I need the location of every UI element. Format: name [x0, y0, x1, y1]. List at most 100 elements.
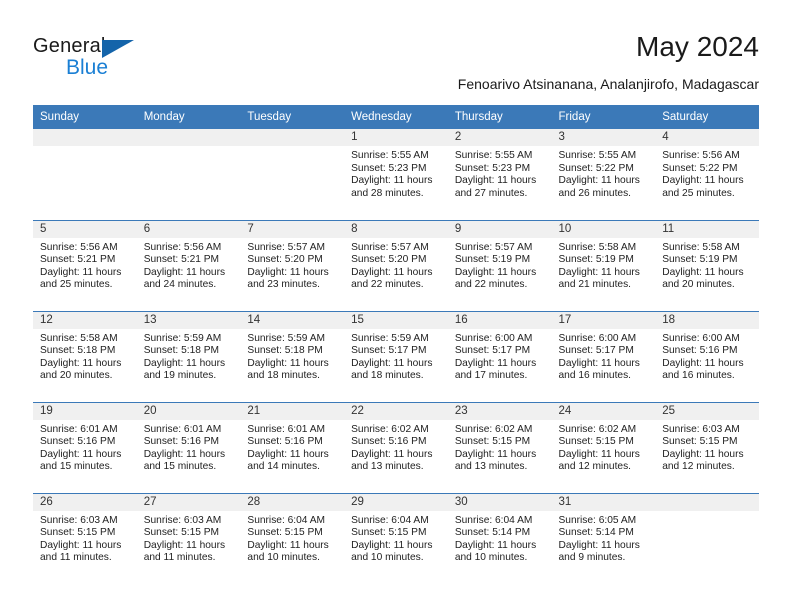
daylight-text: Daylight: 11 hours and 19 minutes. [143, 357, 226, 382]
day-number: 28 [240, 493, 345, 511]
calendar-day-cell[interactable] [655, 492, 759, 584]
day-number: 11 [655, 220, 759, 238]
day-cell[interactable]: 6 Sunrise: 5:56 AM Sunset: 5:21 PM Daylight… [136, 220, 241, 311]
day-cell[interactable]: 9 Sunrise: 5:57 AM Sunset: 5:19 PM Daylight… [447, 220, 552, 311]
calendar-day-cell[interactable]: 12 Sunrise: 5:58 AM Sunset: 5:18 PM Dayligh… [33, 310, 137, 402]
daylight-text: Daylight: 11 hours and 10 minutes. [454, 539, 537, 564]
day-cell[interactable]: 3 Sunrise: 5:55 AM Sunset: 5:22 PM Daylight… [551, 129, 656, 219]
day-cell[interactable]: 8 Sunrise: 5:57 AM Sunset: 5:20 PM Daylight… [344, 220, 448, 311]
sunset-text: Sunset: 5:15 PM [558, 436, 634, 448]
day-details: Sunrise: 5:58 AM Sunset: 5:18 PM Daylight:… [33, 329, 137, 383]
daylight-text: Daylight: 11 hours and 16 minutes. [558, 357, 640, 382]
calendar-day-cell[interactable]: 15 Sunrise: 5:59 AM Sunset: 5:17 PM Dayligh… [344, 310, 448, 402]
daylight-text: Daylight: 11 hours and 23 minutes. [247, 266, 329, 291]
daylight-text: Daylight: 11 hours and 20 minutes. [40, 357, 122, 382]
day-cell[interactable]: 20 Sunrise: 6:01 AM Sunset: 5:16 PM Dayligh… [136, 402, 241, 493]
calendar-day-cell[interactable]: 5 Sunrise: 5:56 AM Sunset: 5:21 PM Daylight… [33, 219, 137, 311]
calendar-day-cell[interactable]: 27 Sunrise: 6:03 AM Sunset: 5:15 PM Dayligh… [136, 492, 241, 584]
daylight-text: Daylight: 11 hours and 21 minutes. [558, 266, 640, 291]
day-cell[interactable]: 15 Sunrise: 5:59 AM Sunset: 5:17 PM Dayligh… [344, 311, 448, 402]
day-number: 24 [551, 402, 656, 420]
calendar-day-cell[interactable]: 21 Sunrise: 6:01 AM Sunset: 5:16 PM Dayligh… [240, 401, 345, 493]
day-details: Sunrise: 6:01 AM Sunset: 5:16 PM Daylight:… [33, 420, 137, 474]
daylight-text: Daylight: 11 hours and 10 minutes. [351, 539, 433, 564]
calendar-day-cell[interactable]: 13 Sunrise: 5:59 AM Sunset: 5:18 PM Dayligh… [136, 310, 241, 402]
sunrise-text: Sunrise: 6:02 AM [351, 423, 429, 435]
calendar-day-cell[interactable]: 7 Sunrise: 5:57 AM Sunset: 5:20 PM Daylight… [240, 219, 345, 311]
calendar-day-cell[interactable]: 1 Sunrise: 5:55 AM Sunset: 5:23 PM Daylight… [344, 129, 448, 220]
sunrise-text: Sunrise: 6:01 AM [247, 423, 325, 435]
day-number: 27 [136, 493, 241, 511]
sunrise-text: Sunrise: 5:58 AM [40, 332, 118, 344]
day-cell[interactable]: 22 Sunrise: 6:02 AM Sunset: 5:16 PM Dayligh… [344, 402, 448, 493]
calendar-day-cell[interactable] [136, 129, 241, 220]
calendar-day-cell[interactable]: 30 Sunrise: 6:04 AM Sunset: 5:14 PM Dayligh… [447, 492, 552, 584]
calendar-day-cell[interactable]: 11 Sunrise: 5:58 AM Sunset: 5:19 PM Dayligh… [655, 219, 759, 311]
day-details: Sunrise: 6:02 AM Sunset: 5:15 PM Daylight:… [552, 420, 656, 474]
day-cell[interactable]: 10 Sunrise: 5:58 AM Sunset: 5:19 PM Dayligh… [551, 220, 656, 311]
calendar-day-cell[interactable]: 26 Sunrise: 6:03 AM Sunset: 5:15 PM Dayligh… [33, 492, 137, 584]
calendar-day-cell[interactable]: 14 Sunrise: 5:59 AM Sunset: 5:18 PM Dayligh… [240, 310, 345, 402]
daylight-text: Daylight: 11 hours and 18 minutes. [351, 357, 433, 382]
calendar-day-cell[interactable]: 16 Sunrise: 6:00 AM Sunset: 5:17 PM Dayligh… [447, 310, 552, 402]
day-cell[interactable]: 14 Sunrise: 5:59 AM Sunset: 5:18 PM Dayligh… [240, 311, 345, 402]
sunrise-text: Sunrise: 5:56 AM [143, 241, 222, 253]
day-number: 30 [447, 493, 552, 511]
calendar-day-cell[interactable]: 25 Sunrise: 6:03 AM Sunset: 5:15 PM Dayligh… [655, 401, 759, 493]
calendar-day-cell[interactable]: 22 Sunrise: 6:02 AM Sunset: 5:16 PM Dayligh… [344, 401, 448, 493]
day-cell[interactable]: 16 Sunrise: 6:00 AM Sunset: 5:17 PM Dayligh… [447, 311, 552, 402]
calendar-day-cell[interactable]: 31 Sunrise: 6:05 AM Sunset: 5:14 PM Dayligh… [551, 492, 656, 584]
day-cell[interactable]: 26 Sunrise: 6:03 AM Sunset: 5:15 PM Dayligh… [33, 493, 137, 584]
day-details: Sunrise: 6:01 AM Sunset: 5:16 PM Daylight:… [240, 420, 344, 474]
calendar-day-cell[interactable]: 20 Sunrise: 6:01 AM Sunset: 5:16 PM Dayligh… [136, 401, 241, 493]
day-cell[interactable]: 28 Sunrise: 6:04 AM Sunset: 5:15 PM Dayligh… [240, 493, 345, 584]
calendar-day-cell[interactable] [33, 129, 137, 220]
day-cell[interactable]: 18 Sunrise: 6:00 AM Sunset: 5:16 PM Dayligh… [655, 311, 759, 402]
calendar-day-cell[interactable]: 28 Sunrise: 6:04 AM Sunset: 5:15 PM Dayligh… [240, 492, 345, 584]
day-cell[interactable]: 12 Sunrise: 5:58 AM Sunset: 5:18 PM Dayligh… [33, 311, 137, 402]
calendar-day-cell[interactable]: 8 Sunrise: 5:57 AM Sunset: 5:20 PM Daylight… [344, 219, 448, 311]
day-details: Sunrise: 5:55 AM Sunset: 5:22 PM Daylight:… [552, 146, 656, 200]
calendar-day-cell[interactable]: 29 Sunrise: 6:04 AM Sunset: 5:15 PM Dayligh… [344, 492, 448, 584]
sunset-text: Sunset: 5:15 PM [662, 436, 738, 448]
day-number [240, 129, 345, 146]
calendar-day-cell[interactable]: 18 Sunrise: 6:00 AM Sunset: 5:16 PM Dayligh… [655, 310, 759, 402]
calendar-day-cell[interactable]: 4 Sunrise: 5:56 AM Sunset: 5:22 PM Daylight… [655, 129, 759, 220]
day-cell[interactable]: 1 Sunrise: 5:55 AM Sunset: 5:23 PM Daylight… [344, 129, 448, 219]
day-cell[interactable]: 19 Sunrise: 6:01 AM Sunset: 5:16 PM Dayligh… [33, 402, 137, 493]
day-cell[interactable]: 25 Sunrise: 6:03 AM Sunset: 5:15 PM Dayligh… [655, 402, 759, 493]
day-cell-empty [33, 129, 137, 219]
day-cell[interactable]: 29 Sunrise: 6:04 AM Sunset: 5:15 PM Dayligh… [344, 493, 448, 584]
day-cell[interactable]: 17 Sunrise: 6:00 AM Sunset: 5:17 PM Dayligh… [551, 311, 656, 402]
calendar-day-cell[interactable]: 10 Sunrise: 5:58 AM Sunset: 5:19 PM Dayligh… [551, 219, 656, 311]
sunset-text: Sunset: 5:17 PM [351, 345, 427, 357]
calendar-day-cell[interactable]: 9 Sunrise: 5:57 AM Sunset: 5:19 PM Daylight… [447, 219, 552, 311]
calendar-day-cell[interactable]: 2 Sunrise: 5:55 AM Sunset: 5:23 PM Daylight… [447, 129, 552, 220]
calendar-day-cell[interactable]: 23 Sunrise: 6:02 AM Sunset: 5:15 PM Dayligh… [447, 401, 552, 493]
day-cell[interactable]: 23 Sunrise: 6:02 AM Sunset: 5:15 PM Dayligh… [447, 402, 552, 493]
day-cell[interactable]: 30 Sunrise: 6:04 AM Sunset: 5:14 PM Dayligh… [447, 493, 552, 584]
day-cell[interactable]: 27 Sunrise: 6:03 AM Sunset: 5:15 PM Dayligh… [136, 493, 241, 584]
day-cell[interactable]: 24 Sunrise: 6:02 AM Sunset: 5:15 PM Dayligh… [551, 402, 656, 493]
calendar-week-row: 1 Sunrise: 5:55 AM Sunset: 5:23 PM Daylight… [33, 129, 759, 220]
day-cell[interactable]: 13 Sunrise: 5:59 AM Sunset: 5:18 PM Dayligh… [136, 311, 241, 402]
daylight-text: Daylight: 11 hours and 13 minutes. [454, 448, 537, 473]
calendar-day-cell[interactable] [240, 129, 345, 220]
calendar-day-cell[interactable]: 24 Sunrise: 6:02 AM Sunset: 5:15 PM Dayligh… [551, 401, 656, 493]
day-cell[interactable]: 5 Sunrise: 5:56 AM Sunset: 5:21 PM Daylight… [33, 220, 137, 311]
day-cell[interactable]: 7 Sunrise: 5:57 AM Sunset: 5:20 PM Daylight… [240, 220, 345, 311]
daylight-text: Daylight: 11 hours and 10 minutes. [247, 539, 329, 564]
calendar-day-cell[interactable]: 3 Sunrise: 5:55 AM Sunset: 5:22 PM Daylight… [551, 129, 656, 220]
calendar-day-cell[interactable]: 19 Sunrise: 6:01 AM Sunset: 5:16 PM Dayligh… [33, 401, 137, 493]
day-cell[interactable]: 21 Sunrise: 6:01 AM Sunset: 5:16 PM Dayligh… [240, 402, 345, 493]
sunset-text: Sunset: 5:15 PM [351, 527, 427, 539]
day-cell[interactable]: 31 Sunrise: 6:05 AM Sunset: 5:14 PM Dayligh… [551, 493, 656, 584]
day-cell[interactable]: 11 Sunrise: 5:58 AM Sunset: 5:19 PM Dayligh… [655, 220, 759, 311]
sunrise-text: Sunrise: 5:57 AM [454, 241, 533, 253]
day-cell[interactable]: 4 Sunrise: 5:56 AM Sunset: 5:22 PM Daylight… [655, 129, 759, 219]
generalblue-logo[interactable]: General Blue [33, 35, 183, 87]
calendar-day-cell[interactable]: 6 Sunrise: 5:56 AM Sunset: 5:21 PM Daylight… [136, 219, 241, 311]
day-cell[interactable]: 2 Sunrise: 5:55 AM Sunset: 5:23 PM Daylight… [447, 129, 552, 219]
calendar-day-cell[interactable]: 17 Sunrise: 6:00 AM Sunset: 5:17 PM Dayligh… [551, 310, 656, 402]
day-cell-empty [655, 493, 759, 584]
